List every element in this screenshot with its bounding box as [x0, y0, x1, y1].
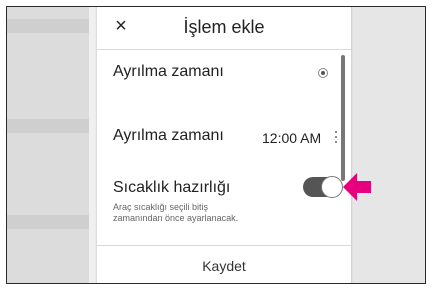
dialog-header: × İşlem ekle — [97, 7, 351, 50]
climate-prep-label: Sıcaklık hazırlığı — [113, 179, 231, 196]
pointer-arrow-icon — [343, 173, 371, 201]
add-action-dialog: × İşlem ekle Ayrılma zamanı Ayrılma zama… — [97, 7, 351, 283]
dialog-title: İşlem ekle — [183, 17, 265, 37]
background-band — [7, 19, 89, 33]
background-right-panel — [345, 7, 425, 283]
departure-time-option-label[interactable]: Ayrılma zamanı — [113, 63, 224, 81]
screen-frame: × İşlem ekle Ayrılma zamanı Ayrılma zama… — [6, 6, 426, 284]
departure-time-value[interactable]: 12:00 AM — [262, 130, 321, 146]
more-vertical-icon[interactable] — [333, 129, 339, 145]
toggle-knob[interactable] — [321, 176, 343, 198]
save-button[interactable]: Kaydet — [97, 246, 351, 283]
scrollbar[interactable] — [341, 55, 345, 181]
departure-time-label: Ayrılma zamanı — [113, 127, 224, 144]
climate-prep-description: Araç sıcaklığı seçili bitiş zamanından ö… — [113, 202, 239, 223]
radio-selected-icon[interactable] — [318, 68, 328, 78]
background-left-panel — [7, 7, 89, 283]
background-band — [7, 119, 89, 133]
background-band — [7, 215, 89, 229]
climate-prep-toggle[interactable] — [303, 176, 343, 198]
dialog-footer: Kaydet — [97, 245, 351, 283]
